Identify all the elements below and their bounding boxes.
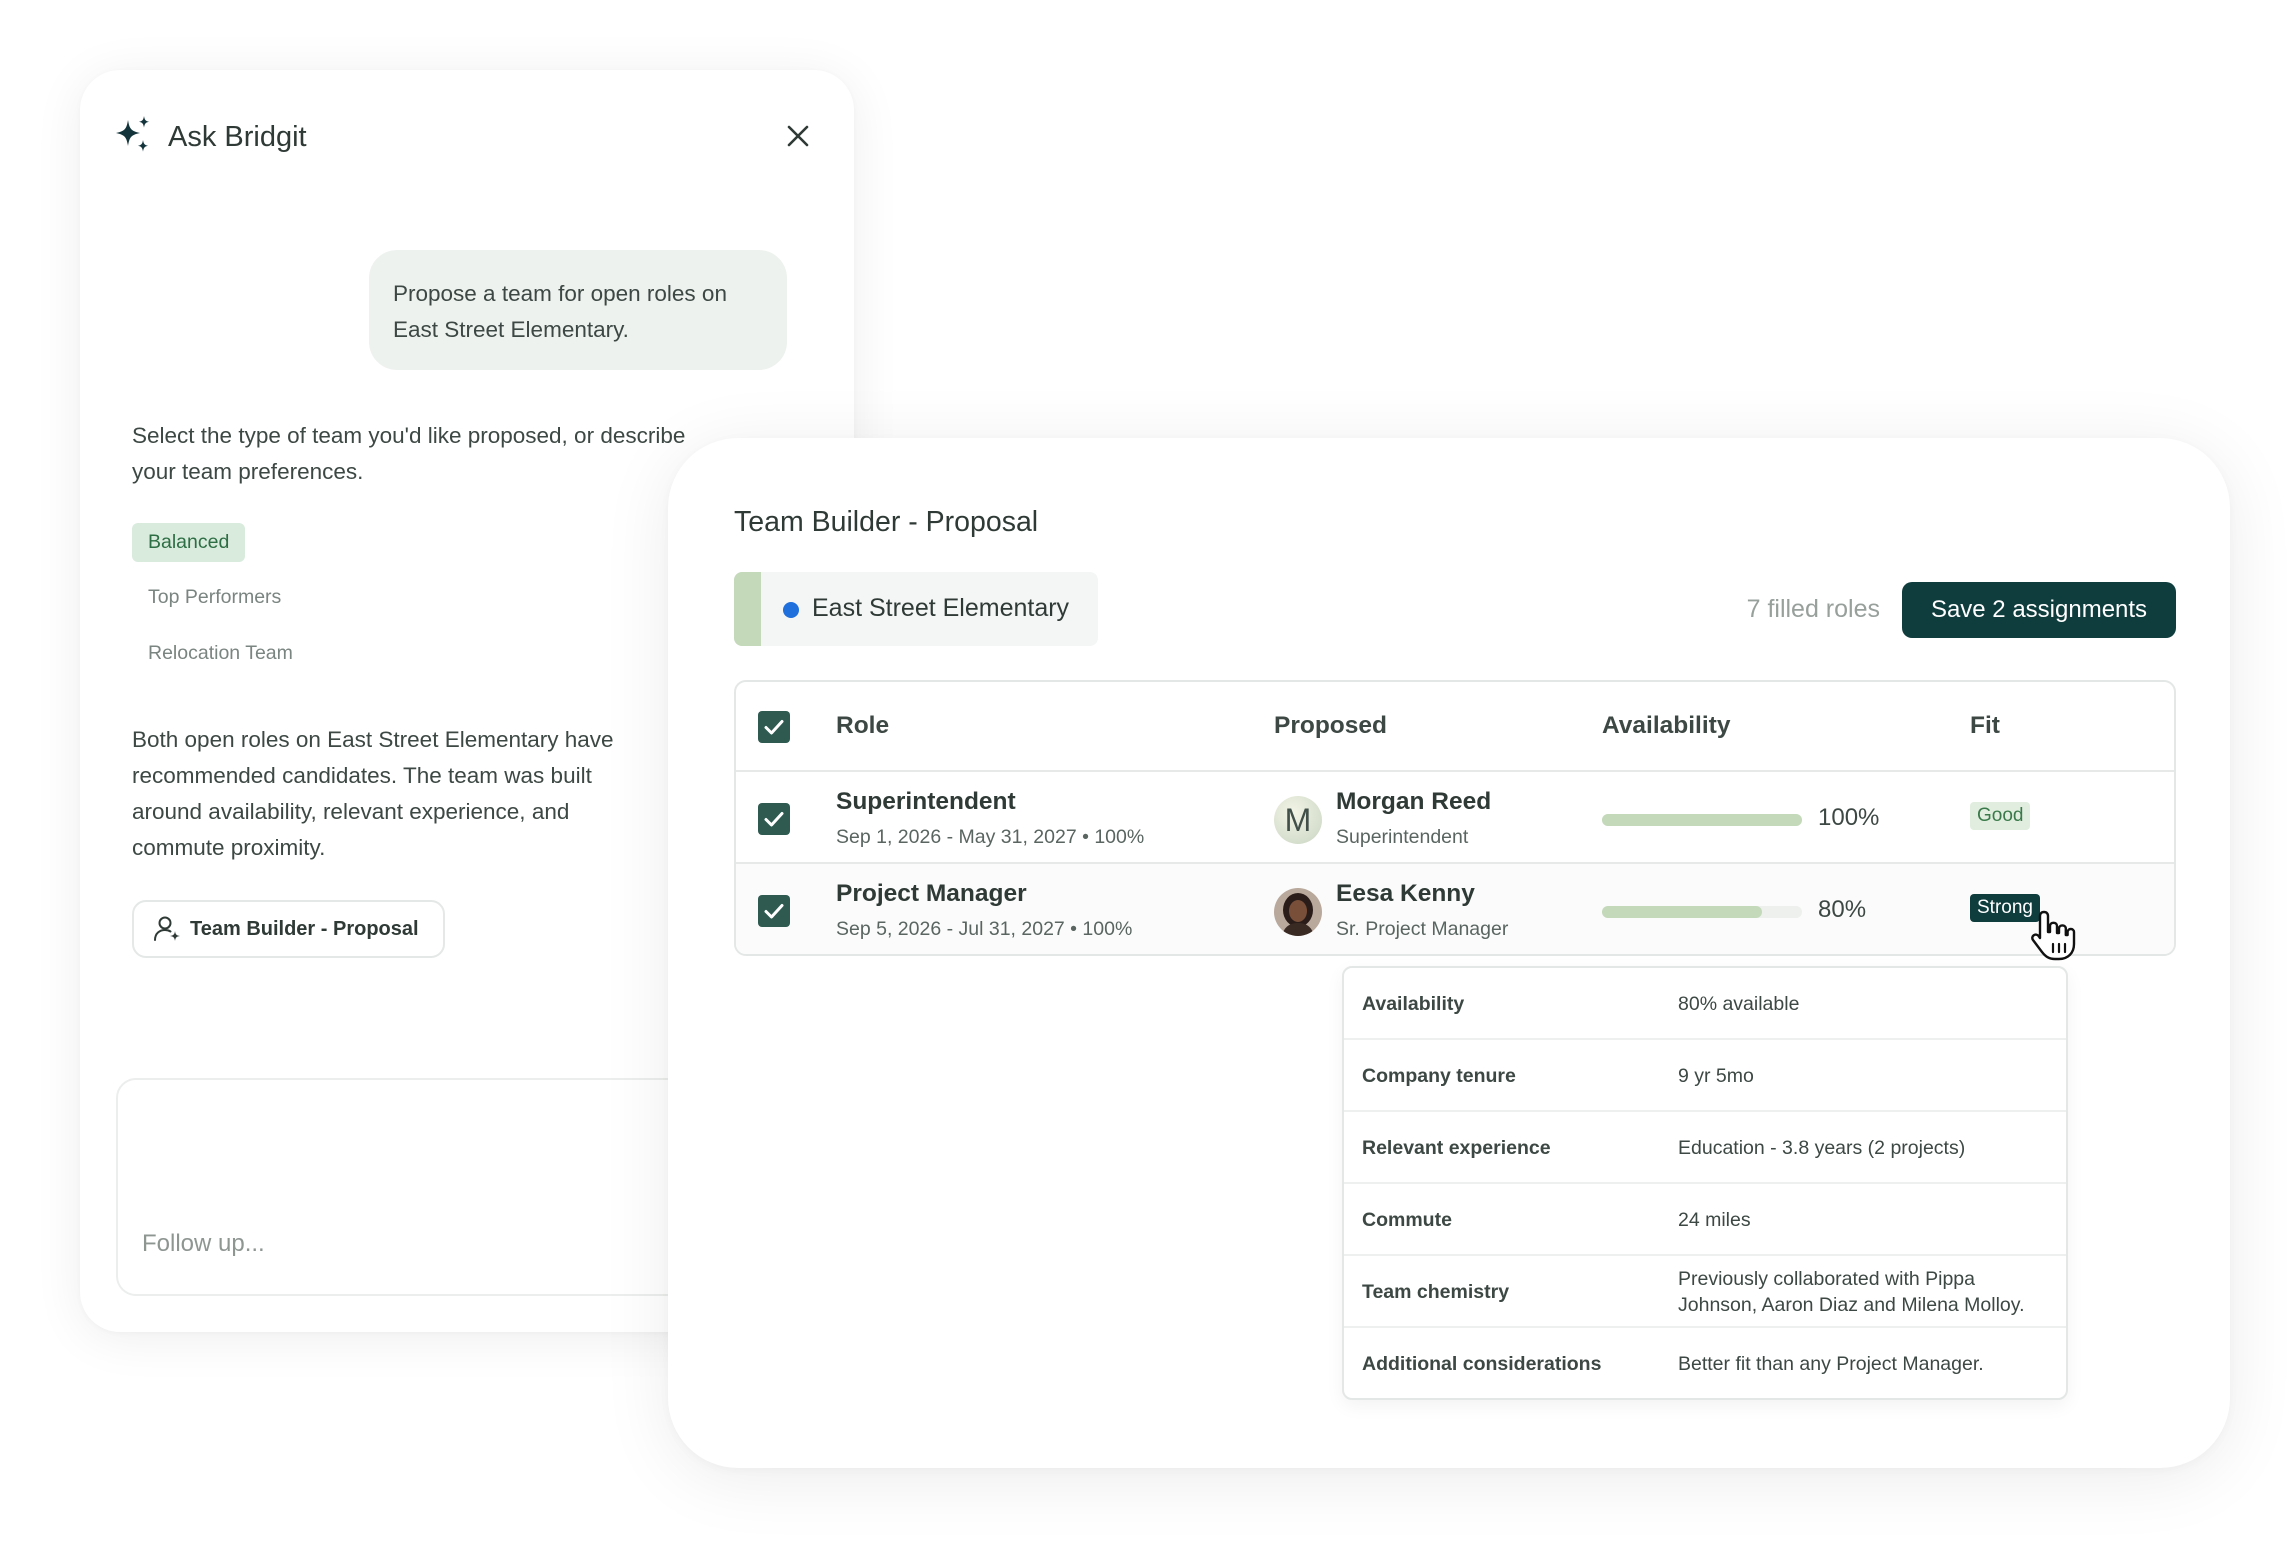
person-name: Eesa Kenny	[1336, 880, 1475, 907]
availability-bar	[1602, 906, 1802, 918]
table-row[interactable]: Superintendent Sep 1, 2026 - May 31, 202…	[736, 772, 2174, 864]
detail-row: Commute 24 miles	[1344, 1184, 2066, 1256]
select-all-checkbox[interactable]	[758, 711, 790, 743]
column-header-fit: Fit	[1970, 712, 2000, 739]
person-name: Morgan Reed	[1336, 788, 1492, 815]
check-icon	[764, 720, 784, 735]
detail-label: Relevant experience	[1362, 1136, 1551, 1159]
chat-title: Ask Bridgit	[168, 121, 307, 153]
role-name: Project Manager	[836, 880, 1027, 907]
option-top-performers[interactable]: Top Performers	[148, 586, 281, 609]
column-header-availability: Availability	[1602, 712, 1731, 739]
option-balanced[interactable]: Balanced	[132, 523, 246, 562]
detail-row: Additional considerations Better fit tha…	[1344, 1328, 2066, 1398]
fit-badge[interactable]: Strong	[1970, 894, 2040, 922]
person-title: Sr. Project Manager	[1336, 918, 1509, 940]
close-icon	[787, 125, 809, 147]
option-relocation-team[interactable]: Relocation Team	[148, 642, 293, 665]
detail-value: 9 yr 5mo	[1678, 1065, 1754, 1087]
detail-row: Team chemistry Previously collaborated w…	[1344, 1256, 2066, 1328]
availability-value: 100%	[1818, 804, 1880, 831]
filled-roles-count: 7 filled roles	[1746, 595, 1880, 623]
detail-label: Additional considerations	[1362, 1352, 1602, 1375]
assistant-result: Both open roles on East Street Elementar…	[132, 727, 614, 860]
user-message-bubble: Propose a team for open roles on East St…	[369, 250, 787, 370]
project-color-bar	[734, 572, 761, 646]
row-checkbox[interactable]	[758, 895, 790, 927]
avatar	[1274, 888, 1322, 936]
fit-badge: Good	[1970, 802, 2031, 830]
detail-label: Company tenure	[1362, 1064, 1516, 1087]
detail-value: Education - 3.8 years (2 projects)	[1678, 1137, 1966, 1159]
chip-label: Team Builder - Proposal	[190, 917, 419, 940]
detail-value: Previously collaborated with Pippa Johns…	[1678, 1268, 2025, 1316]
user-sparkle-icon	[154, 916, 180, 941]
fit-details-tooltip: Availability 80% available Company tenur…	[1342, 966, 2068, 1400]
roles-table: Role Proposed Availability Fit Superinte…	[734, 680, 2176, 956]
detail-row: Availability 80% available	[1344, 968, 2066, 1040]
role-name: Superintendent	[836, 788, 1016, 815]
table-header: Role Proposed Availability Fit	[736, 682, 2174, 772]
table-row[interactable]: Project Manager Sep 5, 2026 - Jul 31, 20…	[736, 864, 2174, 954]
chat-header: Ask Bridgit	[112, 114, 307, 161]
availability-bar-fill	[1602, 814, 1802, 826]
detail-value: 24 miles	[1678, 1209, 1751, 1231]
role-dates: Sep 1, 2026 - May 31, 2027 • 100%	[836, 826, 1145, 848]
detail-row: Company tenure 9 yr 5mo	[1344, 1040, 2066, 1112]
check-icon	[764, 812, 784, 827]
team-builder-title: Team Builder - Proposal	[734, 506, 1039, 538]
person-title: Superintendent	[1336, 826, 1469, 848]
project-name: East Street Elementary	[812, 594, 1070, 622]
availability-bar	[1602, 814, 1802, 826]
project-status-dot	[783, 602, 799, 618]
detail-value: Better fit than any Project Manager.	[1678, 1353, 1984, 1375]
team-builder-panel: Team Builder - Proposal East Street Elem…	[668, 438, 2230, 1468]
detail-label: Availability	[1362, 992, 1465, 1015]
team-builder-proposal-link[interactable]: Team Builder - Proposal	[132, 900, 445, 958]
avatar: M	[1274, 796, 1322, 844]
row-checkbox[interactable]	[758, 803, 790, 835]
project-tag: East Street Elementary	[734, 572, 1098, 646]
followup-input[interactable]	[142, 1230, 642, 1258]
person-photo-icon	[1274, 888, 1322, 936]
detail-label: Commute	[1362, 1208, 1452, 1231]
detail-row: Relevant experience Education - 3.8 year…	[1344, 1112, 2066, 1184]
close-button[interactable]	[782, 120, 814, 152]
detail-label: Team chemistry	[1362, 1280, 1510, 1303]
column-header-role: Role	[836, 712, 890, 739]
save-assignments-button[interactable]: Save 2 assignments	[1902, 582, 2176, 638]
availability-value: 80%	[1818, 896, 1867, 923]
sparkle-icon	[112, 114, 154, 161]
check-icon	[764, 904, 784, 919]
availability-bar-fill	[1602, 906, 1762, 918]
column-header-proposed: Proposed	[1274, 712, 1387, 739]
detail-value: 80% available	[1678, 993, 1800, 1015]
stage: Ask Bridgit Propose a team for open role…	[0, 0, 2296, 1542]
role-dates: Sep 5, 2026 - Jul 31, 2027 • 100%	[836, 918, 1133, 940]
assistant-prompt: Select the type of team you'd like propo…	[132, 423, 686, 484]
